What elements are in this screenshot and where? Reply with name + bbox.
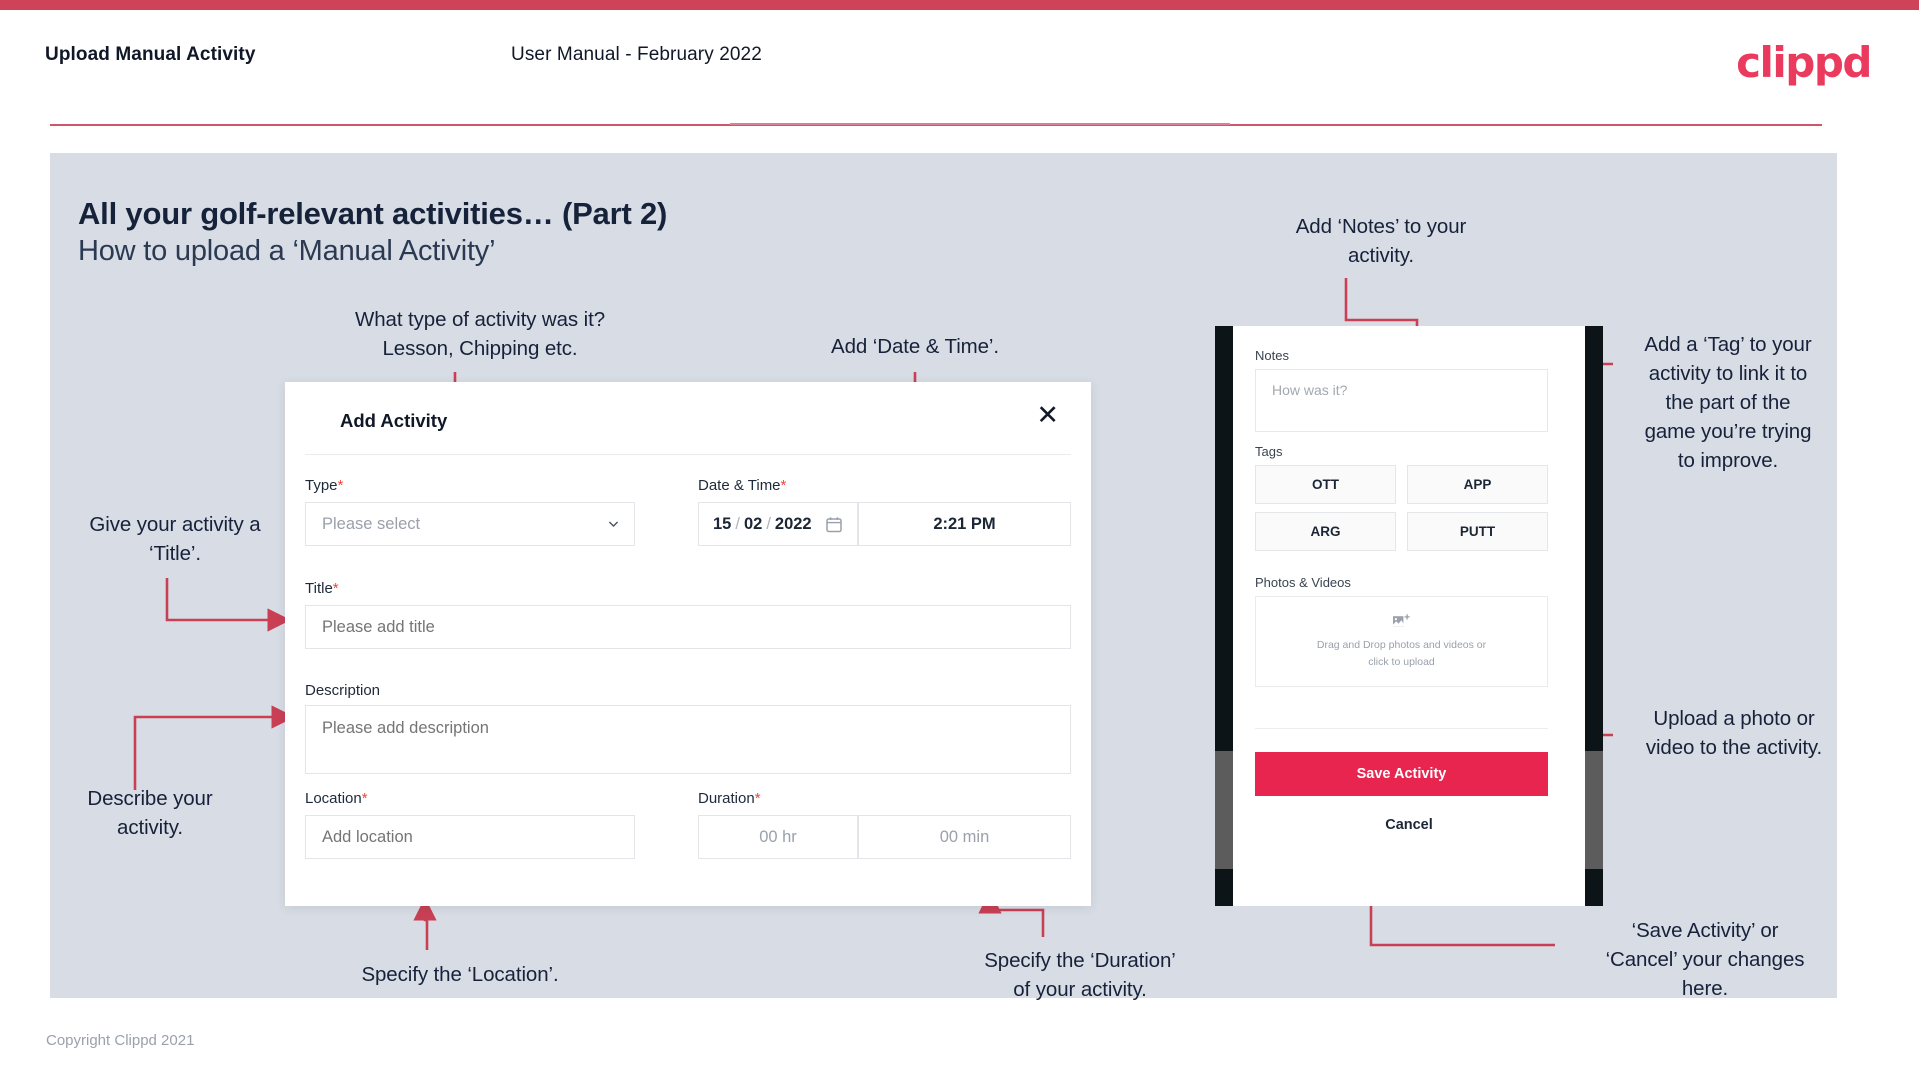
- annotation-notes-line1: Add ‘Notes’ to your: [1295, 215, 1467, 238]
- annotation-duration: Specify the ‘Duration’ of your activity.: [950, 946, 1210, 1004]
- title-input[interactable]: [305, 605, 1071, 649]
- tag-app[interactable]: APP: [1407, 465, 1548, 504]
- annotation-notes: Add ‘Notes’ to your activity.: [1240, 212, 1522, 270]
- title-label: Title*: [305, 580, 339, 597]
- duration-label-text: Duration: [698, 790, 755, 807]
- clippd-logo: clippd: [1736, 38, 1872, 87]
- annotation-title-line1: Give your activity a: [89, 513, 261, 536]
- time-value: 2:21 PM: [933, 514, 996, 533]
- phone-button-right: [1585, 751, 1603, 869]
- location-required-star: *: [361, 790, 368, 807]
- annotation-save: ‘Save Activity’ or ‘Cancel’ your changes…: [1560, 916, 1850, 1003]
- header-divider: [50, 123, 1822, 126]
- tag-putt[interactable]: PUTT: [1407, 512, 1548, 551]
- notes-textarea[interactable]: How was it?: [1255, 369, 1548, 432]
- modal-header-divider: [305, 454, 1071, 455]
- annotation-description-line2: activity.: [117, 816, 183, 839]
- location-input[interactable]: [305, 815, 635, 859]
- copyright-text: Copyright Clippd 2021: [46, 1032, 195, 1049]
- description-textarea[interactable]: [305, 705, 1071, 774]
- modal-title: Add Activity: [340, 410, 448, 431]
- annotation-save-line2: ‘Cancel’ your changes: [1605, 948, 1805, 971]
- date-input[interactable]: 15 / 02 / 2022: [698, 502, 858, 546]
- photos-label: Photos & Videos: [1255, 575, 1351, 590]
- tag-ott[interactable]: OTT: [1255, 465, 1396, 504]
- location-label-text: Location: [305, 790, 362, 807]
- annotation-upload-line2: video to the activity.: [1645, 736, 1823, 759]
- duration-minutes-input[interactable]: 00 min: [858, 815, 1071, 859]
- phone-screen: Notes How was it? Tags OTT APP ARG PUTT …: [1233, 326, 1585, 906]
- annotation-tag-line4: game you’re trying: [1644, 420, 1812, 443]
- slide-subheading: How to upload a ‘Manual Activity’: [78, 235, 496, 267]
- duration-hours-value: 00 hr: [759, 827, 797, 846]
- notes-placeholder: How was it?: [1272, 382, 1348, 398]
- annotation-type: What type of activity was it? Lesson, Ch…: [330, 305, 630, 363]
- time-input[interactable]: 2:21 PM: [858, 502, 1071, 546]
- type-label-text: Type: [305, 477, 338, 494]
- notes-label: Notes: [1255, 348, 1289, 363]
- annotation-title-line2: ‘Title’.: [149, 542, 201, 565]
- cancel-button[interactable]: Cancel: [1233, 817, 1585, 833]
- date-sep-1: /: [735, 514, 740, 533]
- dropzone-line2: click to upload: [1368, 655, 1435, 668]
- tag-arg[interactable]: ARG: [1255, 512, 1396, 551]
- save-activity-button[interactable]: Save Activity: [1255, 752, 1548, 796]
- datetime-label: Date & Time*: [698, 477, 786, 494]
- chevron-down-icon: [608, 521, 619, 528]
- type-required-star: *: [337, 477, 344, 494]
- date-day: 15: [713, 514, 732, 533]
- phone-divider: [1255, 728, 1548, 729]
- type-select-value: Please select: [322, 514, 421, 533]
- annotation-tag-line3: the part of the: [1665, 391, 1791, 414]
- calendar-icon[interactable]: [825, 516, 842, 533]
- annotation-datetime: Add ‘Date & Time’.: [831, 335, 999, 358]
- location-label: Location*: [305, 790, 368, 807]
- annotation-type-line2: Lesson, Chipping etc.: [382, 337, 578, 360]
- phone-button-left: [1215, 751, 1233, 869]
- close-icon[interactable]: ✕: [1036, 402, 1059, 429]
- datetime-label-text: Date & Time: [698, 477, 781, 494]
- duration-hours-input[interactable]: 00 hr: [698, 815, 858, 859]
- date-year: 2022: [774, 514, 812, 533]
- phone-mockup: Notes How was it? Tags OTT APP ARG PUTT …: [1215, 326, 1603, 906]
- title-required-star: *: [332, 580, 339, 597]
- annotation-upload-line1: Upload a photo or: [1653, 707, 1815, 730]
- date-sep-2: /: [766, 514, 771, 533]
- duration-label: Duration*: [698, 790, 761, 807]
- annotation-upload: Upload a photo or video to the activity.: [1615, 704, 1853, 762]
- annotation-save-line3: here.: [1681, 977, 1729, 1000]
- top-accent-strip: [0, 0, 1919, 10]
- annotation-tag: Add a ‘Tag’ to your activity to link it …: [1618, 330, 1838, 475]
- annotation-save-line1: ‘Save Activity’ or: [1631, 919, 1779, 942]
- annotation-tag-line5: to improve.: [1677, 449, 1779, 472]
- annotation-description: Describe your activity.: [50, 784, 250, 842]
- slide-heading: All your golf-relevant activities… (Part…: [78, 196, 668, 231]
- tags-label: Tags: [1255, 444, 1283, 459]
- type-select[interactable]: Please select: [305, 502, 635, 546]
- slide-page: Upload Manual Activity User Manual - Feb…: [0, 0, 1919, 1079]
- annotation-title: Give your activity a ‘Title’.: [50, 510, 300, 568]
- add-image-icon: [1393, 613, 1410, 627]
- duration-required-star: *: [754, 790, 761, 807]
- type-label: Type*: [305, 477, 343, 494]
- annotation-tag-line1: Add a ‘Tag’ to your: [1644, 333, 1812, 356]
- dropzone-line1: Drag and Drop photos and videos or: [1316, 638, 1487, 651]
- title-label-text: Title: [305, 580, 333, 597]
- add-activity-modal: Add Activity ✕ Type* Please select Date …: [285, 382, 1091, 906]
- page-subtitle: User Manual - February 2022: [511, 44, 762, 65]
- photo-dropzone[interactable]: Drag and Drop photos and videos or click…: [1255, 596, 1548, 687]
- annotation-duration-line2: of your activity.: [1013, 978, 1147, 1001]
- annotation-notes-line2: activity.: [1348, 244, 1414, 267]
- annotation-tag-line2: activity to link it to: [1648, 362, 1808, 385]
- date-month: 02: [743, 514, 763, 533]
- datetime-required-star: *: [780, 477, 787, 494]
- description-label: Description: [305, 682, 381, 699]
- annotation-duration-line1: Specify the ‘Duration’: [984, 949, 1176, 972]
- duration-minutes-value: 00 min: [939, 827, 990, 846]
- annotation-location: Specify the ‘Location’.: [361, 963, 559, 986]
- annotation-type-line1: What type of activity was it?: [354, 308, 606, 331]
- annotation-description-line1: Describe your: [87, 787, 213, 810]
- page-title: Upload Manual Activity: [45, 44, 256, 65]
